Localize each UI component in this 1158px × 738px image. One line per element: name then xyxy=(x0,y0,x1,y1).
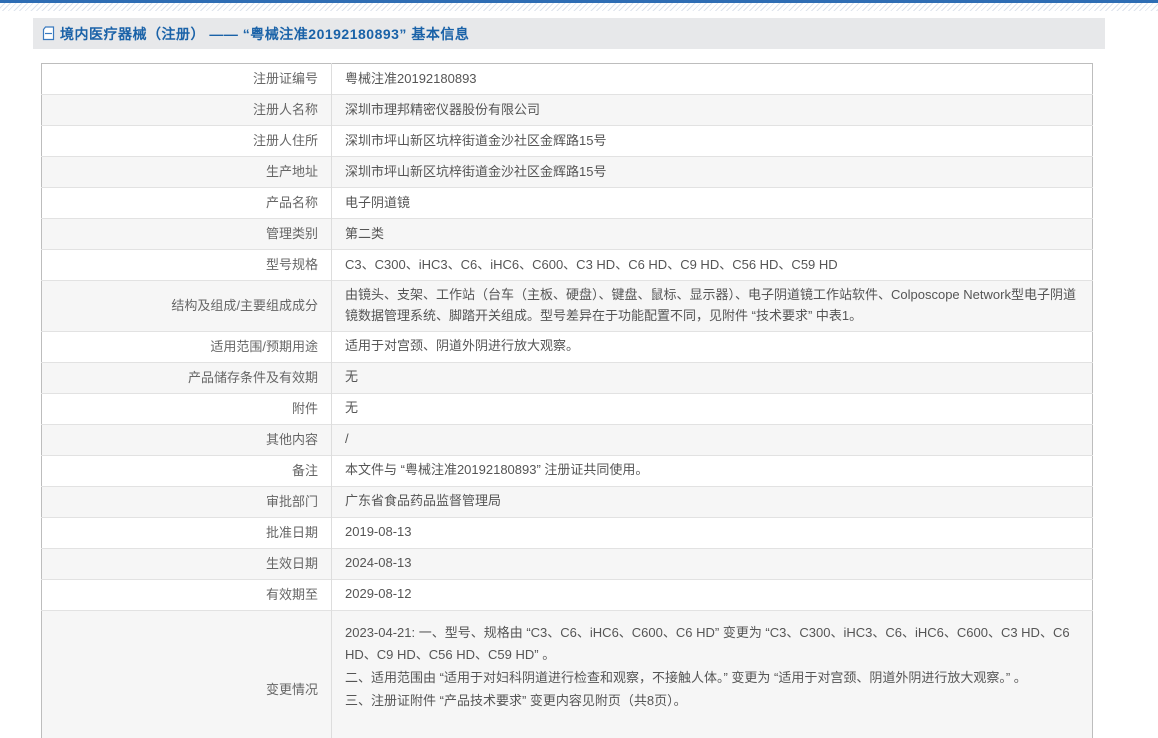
row-value: 2029-08-12 xyxy=(332,579,1093,610)
row-label: 批准日期 xyxy=(42,517,332,548)
row-label: 产品名称 xyxy=(42,188,332,219)
page-header: 境内医疗器械（注册） —— “粤械注准20192180893” 基本信息 xyxy=(33,18,1105,49)
table-row: 有效期至2029-08-12 xyxy=(42,579,1093,610)
row-label: 备注 xyxy=(42,455,332,486)
registration-info-table: 注册证编号粤械注准20192180893注册人名称深圳市理邦精密仪器股份有限公司… xyxy=(41,63,1093,738)
table-row: 型号规格C3、C300、iHC3、C6、iHC6、C600、C3 HD、C6 H… xyxy=(42,250,1093,281)
row-value: 粤械注准20192180893 xyxy=(332,64,1093,95)
row-value: / xyxy=(332,424,1093,455)
table-row: 产品名称电子阴道镜 xyxy=(42,188,1093,219)
table-row: 生产地址深圳市坪山新区坑梓街道金沙社区金辉路15号 xyxy=(42,157,1093,188)
row-label: 生效日期 xyxy=(42,548,332,579)
table-row: 审批部门广东省食品药品监督管理局 xyxy=(42,486,1093,517)
row-value: 本文件与 “粤械注准20192180893” 注册证共同使用。 xyxy=(332,455,1093,486)
row-label: 管理类别 xyxy=(42,219,332,250)
table-row: 管理类别第二类 xyxy=(42,219,1093,250)
row-label: 适用范围/预期用途 xyxy=(42,331,332,362)
row-value: 无 xyxy=(332,362,1093,393)
row-label: 附件 xyxy=(42,393,332,424)
row-value: 深圳市坪山新区坑梓街道金沙社区金辉路15号 xyxy=(332,126,1093,157)
page-title: 境内医疗器械（注册） —— “粤械注准20192180893” 基本信息 xyxy=(60,24,469,44)
row-label: 注册人住所 xyxy=(42,126,332,157)
row-value: 2019-08-13 xyxy=(332,517,1093,548)
table-row: 附件无 xyxy=(42,393,1093,424)
row-label: 结构及组成/主要组成成分 xyxy=(42,281,332,332)
table-row: 注册证编号粤械注准20192180893 xyxy=(42,64,1093,95)
table-row: 注册人住所深圳市坪山新区坑梓街道金沙社区金辉路15号 xyxy=(42,126,1093,157)
row-value: 深圳市坪山新区坑梓街道金沙社区金辉路15号 xyxy=(332,157,1093,188)
row-label: 其他内容 xyxy=(42,424,332,455)
table-row: 适用范围/预期用途适用于对宫颈、阴道外阴进行放大观察。 xyxy=(42,331,1093,362)
table-row: 变更情况2023-04-21: 一、型号、规格由 “C3、C6、iHC6、C60… xyxy=(42,610,1093,738)
row-label: 注册人名称 xyxy=(42,95,332,126)
table-row: 注册人名称深圳市理邦精密仪器股份有限公司 xyxy=(42,95,1093,126)
row-value: 无 xyxy=(332,393,1093,424)
table-row: 产品储存条件及有效期无 xyxy=(42,362,1093,393)
row-label: 注册证编号 xyxy=(42,64,332,95)
row-value: 深圳市理邦精密仪器股份有限公司 xyxy=(332,95,1093,126)
row-label: 有效期至 xyxy=(42,579,332,610)
table-row: 其他内容/ xyxy=(42,424,1093,455)
row-value: 适用于对宫颈、阴道外阴进行放大观察。 xyxy=(332,331,1093,362)
row-value: 由镜头、支架、工作站（台车（主板、硬盘）、键盘、鼠标、显示器）、电子阴道镜工作站… xyxy=(332,281,1093,332)
table-row: 结构及组成/主要组成成分由镜头、支架、工作站（台车（主板、硬盘）、键盘、鼠标、显… xyxy=(42,281,1093,332)
row-label: 型号规格 xyxy=(42,250,332,281)
row-label: 审批部门 xyxy=(42,486,332,517)
row-value: 第二类 xyxy=(332,219,1093,250)
page-content: 境内医疗器械（注册） —— “粤械注准20192180893” 基本信息 注册证… xyxy=(33,18,1158,738)
row-label: 变更情况 xyxy=(42,610,332,738)
row-value: 2023-04-21: 一、型号、规格由 “C3、C6、iHC6、C600、C6… xyxy=(332,610,1093,738)
decorative-stripes xyxy=(0,3,1158,11)
row-value: 广东省食品药品监督管理局 xyxy=(332,486,1093,517)
table-row: 批准日期2019-08-13 xyxy=(42,517,1093,548)
row-value: C3、C300、iHC3、C6、iHC6、C600、C3 HD、C6 HD、C9… xyxy=(332,250,1093,281)
table-row: 生效日期2024-08-13 xyxy=(42,548,1093,579)
registration-table-body: 注册证编号粤械注准20192180893注册人名称深圳市理邦精密仪器股份有限公司… xyxy=(42,64,1093,738)
table-row: 备注本文件与 “粤械注准20192180893” 注册证共同使用。 xyxy=(42,455,1093,486)
document-icon xyxy=(42,26,55,41)
row-value: 电子阴道镜 xyxy=(332,188,1093,219)
row-label: 产品储存条件及有效期 xyxy=(42,362,332,393)
row-label: 生产地址 xyxy=(42,157,332,188)
row-value: 2024-08-13 xyxy=(332,548,1093,579)
